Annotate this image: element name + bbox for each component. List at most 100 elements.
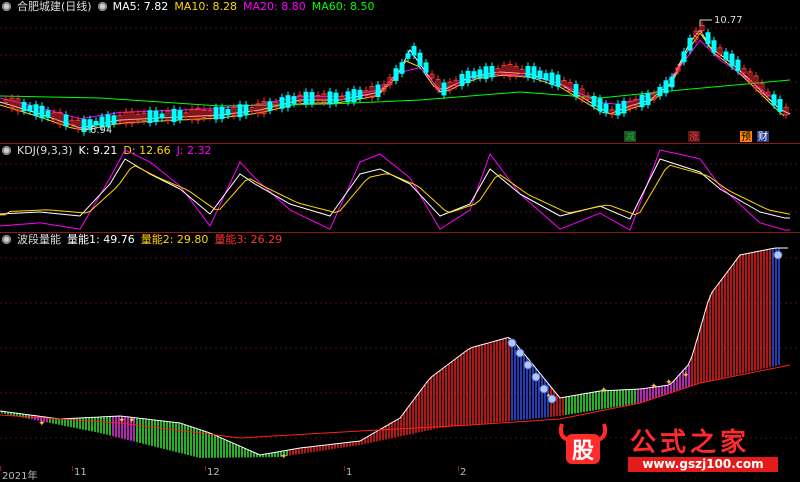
sell-signal-icon [547,394,557,404]
candle-body [669,76,675,88]
candle-body [303,91,309,105]
candle-body [705,32,711,45]
candle-body [531,66,537,80]
marker-rise[interactable]: 涨 [689,131,699,143]
candle-body [267,101,273,111]
candle-body [555,74,561,87]
candle-body [639,94,645,108]
high-price-label: 10.77 [714,15,743,26]
candle-body [153,110,159,122]
bull-logo-icon: 股 [558,423,608,464]
candle-body [477,69,483,78]
kdj-panel[interactable]: KDJ(9,3,3) K: 9.21 D: 12.66 J: 2.32 [0,144,800,232]
candle-body [411,45,417,56]
watermark: 股 公式之家 www.gszj100.com [556,420,786,472]
kdj-k-line [0,158,790,220]
marker-reduce[interactable]: 减 [625,131,635,143]
candle-body [39,105,45,119]
candle-body [417,52,423,66]
low-price-label: 6.94 [90,125,112,136]
marker-forecast[interactable]: 预 [741,131,751,143]
buy-signal-icon: ✦ [600,386,608,396]
kdj-chart[interactable] [0,144,800,232]
buy-signal-icon: ✦ [118,416,126,426]
candle-body [63,114,69,127]
candle-body [177,110,183,121]
candle-body [483,66,489,80]
candle-body [393,68,399,81]
candle-body [537,70,543,79]
candle-body [375,84,381,98]
candle-body [219,106,225,120]
candle-body [423,62,429,73]
candle-body [405,53,411,59]
candle-body [147,110,153,123]
candle-body [225,109,231,116]
kdj-d-line [0,164,791,216]
candle-body [279,97,285,109]
axis-label-1: 1 [346,467,353,478]
candle-body [27,105,33,112]
watermark-url: www.gszj100.com [628,457,778,472]
candle-body [351,89,357,103]
candle-body [645,93,651,106]
candle-body [735,59,741,72]
sell-signal-icon [515,348,525,358]
candle-body [615,103,621,116]
candle-body [597,98,603,112]
candle-body [81,119,87,133]
candle-body [621,100,627,114]
sell-signal-icon [539,384,549,394]
candle-body [243,104,249,116]
sell-signal-icon [773,250,783,260]
candle-body [723,51,729,60]
candle-body [603,103,609,114]
buy-signal-icon: ✦ [650,382,658,392]
candle-body [309,92,315,104]
candle-body [591,95,597,107]
candle-body [687,37,693,51]
candle-body [777,99,783,112]
candle-body [465,70,471,84]
candle-body [285,95,291,108]
buy-signal-icon: ✦ [128,416,136,426]
buy-signal-icon: ✦ [38,419,46,429]
candle-body [657,86,663,97]
candle-body [771,94,777,106]
candle-body [441,82,447,96]
candle-body [213,107,219,120]
candle-body [171,108,177,122]
candle-body [111,115,117,124]
sell-signal-icon [523,360,533,370]
candlestick-chart[interactable]: 10.77 6.94 减 涨 预 财 [0,0,800,143]
candle-body [543,73,549,81]
candle-body [459,73,465,87]
buy-signal-icon: ✦ [665,378,673,388]
candle-body [489,66,495,78]
axis-label-2: 2 [460,467,467,478]
buy-signal-icon: ✦ [280,452,288,462]
candle-body [345,91,351,103]
candle-body [681,51,687,63]
candle-body [573,83,579,97]
axis-label-12: 12 [207,467,220,478]
candle-body [471,71,477,79]
marker-finance[interactable]: 财 [758,130,768,143]
candle-body [663,80,669,94]
candle-body [729,53,735,67]
candle-body [333,92,339,104]
candle-body [21,101,27,112]
candle-body [399,62,405,74]
logo-char: 股 [572,438,594,464]
candle-body [327,91,333,105]
candle-body [291,96,297,104]
candle-body [525,66,531,78]
candle-body [159,113,165,119]
candle-body [237,104,243,118]
sell-signal-icon [531,372,541,382]
price-panel[interactable]: 合肥城建(日线) MA5: 7.82 MA10: 8.28 MA20: 8.80… [0,0,800,143]
candle-body [357,89,363,99]
axis-label-11: 11 [74,467,87,478]
sell-signal-icon [507,338,517,348]
candle-body [33,104,39,117]
